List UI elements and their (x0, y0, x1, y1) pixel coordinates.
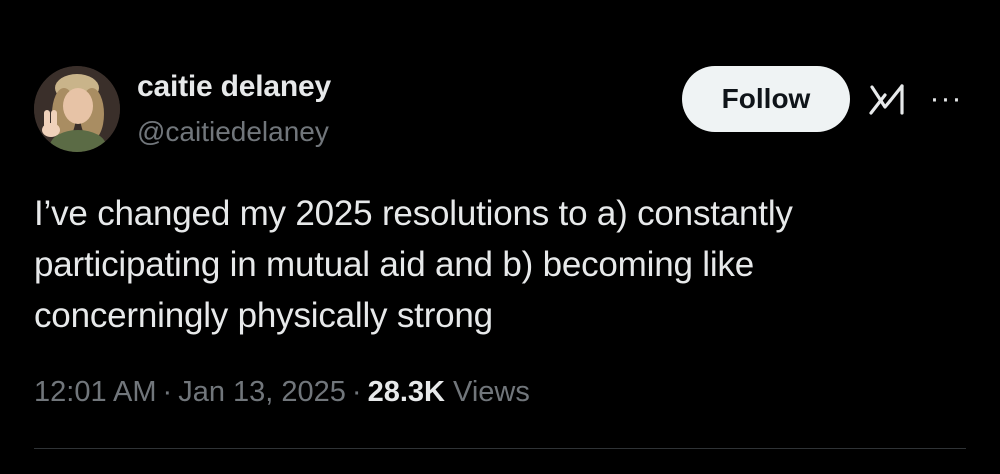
author-display-name[interactable]: caitie delaney (137, 68, 331, 106)
tweet-date[interactable]: Jan 13, 2025 (178, 376, 346, 408)
tweet-meta: 12:01 AM · Jan 13, 2025 · 28.3K Views (34, 372, 530, 412)
avatar-photo (34, 66, 120, 152)
tweet-time[interactable]: 12:01 AM (34, 376, 157, 408)
meta-separator: · (162, 376, 173, 408)
grok-icon[interactable] (868, 81, 908, 117)
views-label: Views (453, 376, 530, 408)
views-count: 28.3K (367, 376, 445, 408)
divider (34, 448, 966, 449)
tweet-text: I’ve changed my 2025 resolutions to a) c… (34, 194, 793, 335)
avatar[interactable] (34, 66, 120, 152)
more-horizontal-icon[interactable]: ··· (924, 84, 968, 114)
tweet-card: caitie delaney @caitiedelaney Follow ···… (0, 0, 1000, 474)
author-info: caitie delaney @caitiedelaney (137, 68, 331, 150)
meta-separator: · (351, 376, 362, 408)
follow-button[interactable]: Follow (682, 66, 850, 132)
author-handle[interactable]: @caitiedelaney (137, 114, 331, 150)
